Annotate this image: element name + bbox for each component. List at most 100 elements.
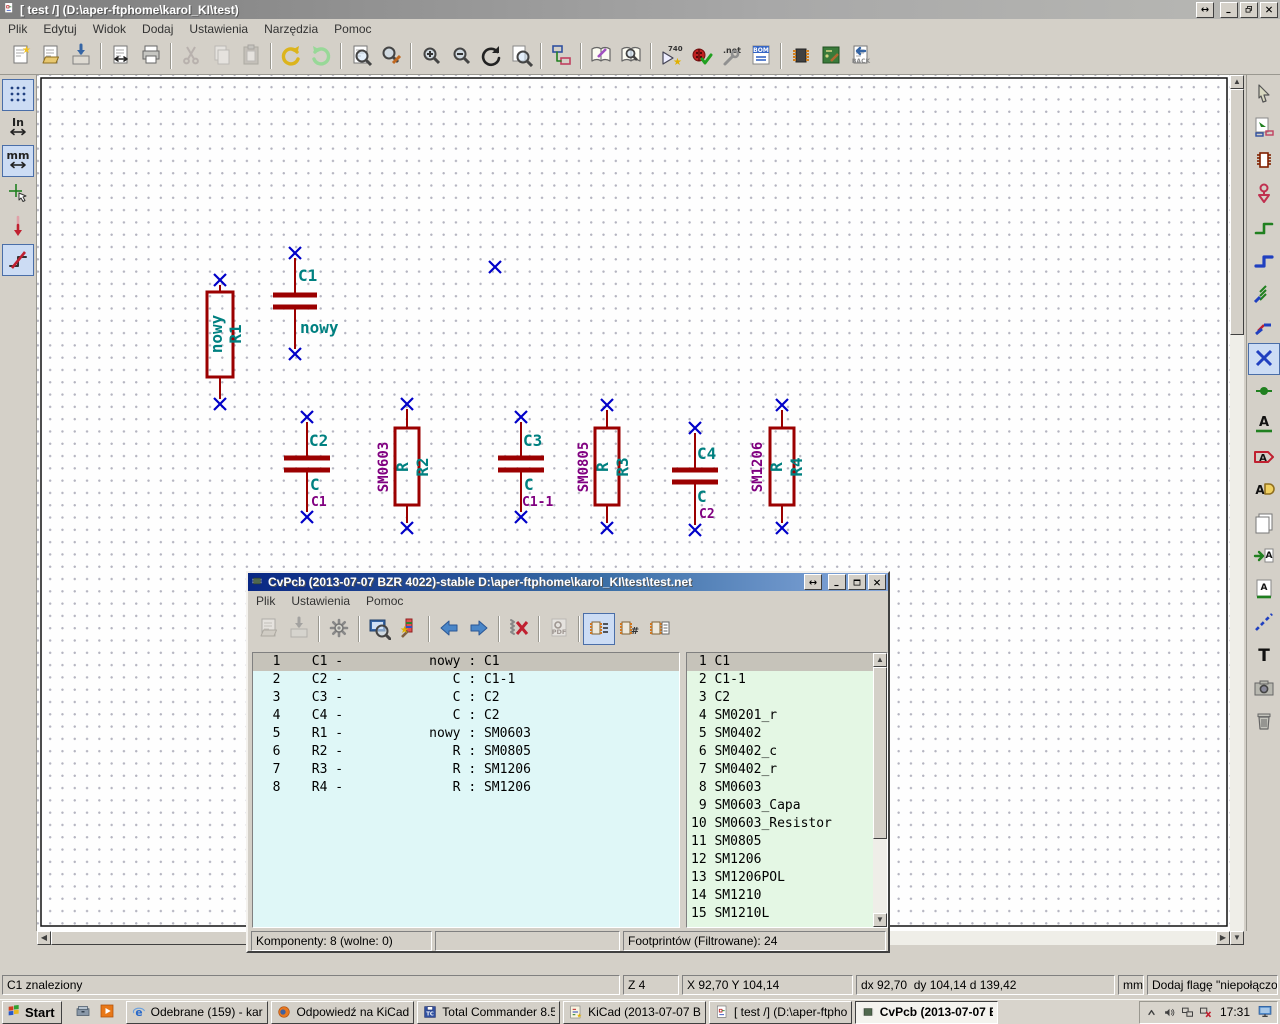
footprint-row-SM0603[interactable]: 8 SM0603 [687, 779, 887, 797]
footprint-row-SM1210L[interactable]: 15 SM1210L [687, 905, 887, 923]
assign-footprints-button[interactable] [786, 41, 816, 71]
view-footprint-button[interactable] [364, 614, 394, 644]
eeschema-menu-widok[interactable]: Widok [85, 20, 134, 38]
cvpcb-minimize-button[interactable] [828, 574, 846, 590]
hierarchy-nav-button[interactable] [1249, 113, 1279, 143]
place-junction-button[interactable] [1249, 377, 1279, 407]
no-connect-flag-mark[interactable] [689, 422, 701, 434]
units-mm-button[interactable]: mm [3, 146, 33, 176]
footprint-row-SM0603_Capa[interactable]: 9 SM0603_Capa [687, 797, 887, 815]
component-row-R3[interactable]: 7 R3 - R : SM1206 [253, 761, 679, 779]
component-C3[interactable]: C3CC1-1 [498, 411, 553, 523]
open-schematic-button[interactable] [36, 41, 66, 71]
print-button[interactable] [136, 41, 166, 71]
filter-library-button[interactable] [644, 614, 674, 644]
zoom-in-button[interactable] [416, 41, 446, 71]
component-row-C4[interactable]: 4 C4 - C : C2 [253, 707, 679, 725]
no-connect-flag-mark[interactable] [214, 398, 226, 410]
library-editor-button[interactable] [586, 41, 616, 71]
place-power-port-button[interactable] [1249, 179, 1279, 209]
zoom-fit-button[interactable] [506, 41, 536, 71]
no-connect-flag-mark[interactable] [489, 261, 501, 273]
footprint-row-C1[interactable]: 1 C1 [687, 653, 887, 671]
back-annotate-button[interactable]: BACK [846, 41, 876, 71]
find-button[interactable] [346, 41, 376, 71]
no-connect-flag-mark[interactable] [515, 411, 527, 423]
place-text-button[interactable]: T [1249, 641, 1279, 671]
netlist-button[interactable]: .net [716, 41, 746, 71]
scroll-right-button[interactable]: ▶ [1216, 931, 1230, 945]
new-schematic-button[interactable]: ★ [6, 41, 36, 71]
component-R2[interactable]: SM0603RR2 [376, 398, 432, 534]
component-C1[interactable]: C1nowy [273, 247, 339, 360]
offline-files-icon[interactable] [1198, 1005, 1213, 1020]
no-connect-flag-mark[interactable] [401, 522, 413, 534]
no-connect-flag-mark[interactable] [689, 524, 701, 536]
no-connect-flag-mark[interactable] [601, 522, 613, 534]
place-component-button[interactable] [1249, 146, 1279, 176]
footprint-row-SM1210[interactable]: 14 SM1210 [687, 887, 887, 905]
cvpcb-menu-ustawienia[interactable]: Ustawienia [283, 592, 358, 610]
collapse-chevron-icon[interactable] [1144, 1005, 1159, 1020]
scroll-up-button[interactable]: ▲ [1230, 75, 1244, 89]
task-button-total-commander[interactable]: TCTotal Commander 8.51a ... [417, 1001, 560, 1024]
cvpcb-close-button[interactable] [868, 574, 886, 590]
no-connect-flag-mark[interactable] [289, 348, 301, 360]
network-status-icon[interactable] [1180, 1005, 1195, 1020]
minimize-button[interactable] [1220, 2, 1238, 18]
no-connect-flag-mark[interactable] [601, 399, 613, 411]
save-schematic-button[interactable] [66, 41, 96, 71]
hv-orientation-button[interactable] [3, 245, 33, 275]
redo-button[interactable] [306, 41, 336, 71]
cvpcb-footprint-list[interactable]: 1 C1 2 C1-1 3 C2 4 SM0201_r 5 SM0402 6 S… [686, 652, 888, 928]
hierarchy-navigator-button[interactable] [546, 41, 576, 71]
no-connect-flag-mark[interactable] [515, 511, 527, 523]
place-image-button[interactable] [1249, 674, 1279, 704]
component-row-C1[interactable]: 1 C1 - nowy : C1 [253, 653, 679, 671]
fp-scroll-thumb[interactable] [873, 667, 887, 839]
component-C4[interactable]: C4CC2 [672, 422, 718, 536]
grid-toggle-button[interactable] [3, 80, 33, 110]
annotate-button[interactable]: 7402★ [656, 41, 686, 71]
filter-pincount-button[interactable]: # [614, 614, 644, 644]
cvpcb-resize-toggle-button[interactable] [804, 574, 822, 590]
footprint-row-SM1206POL[interactable]: 13 SM1206POL [687, 869, 887, 887]
eeschema-titlebar[interactable]: [ test /] (D:\aper-ftphome\karol_KI\test… [0, 0, 1280, 19]
volume-icon[interactable] [1162, 1005, 1177, 1020]
import-sheet-pin-button[interactable]: A [1249, 542, 1279, 572]
auto-associate-button[interactable]: ★ [394, 614, 424, 644]
no-connect-flag-mark[interactable] [214, 274, 226, 286]
pcbnew-button[interactable] [816, 41, 846, 71]
footprint-row-SM1206[interactable]: 12 SM1206 [687, 851, 887, 869]
eeschema-menu-edytuj[interactable]: Edytuj [35, 20, 84, 38]
fp-scroll-down-button[interactable]: ▼ [873, 913, 887, 927]
cursor-shape-button[interactable] [3, 179, 33, 209]
place-graphic-line-button[interactable] [1249, 608, 1279, 638]
cvpcb-menu-plik[interactable]: Plik [248, 592, 283, 610]
footprint-row-SM0603_Resistor[interactable]: 10 SM0603_Resistor [687, 815, 887, 833]
show-desktop-icon[interactable] [1257, 1003, 1273, 1022]
undo-button[interactable] [276, 41, 306, 71]
no-connect-flag-mark[interactable] [401, 398, 413, 410]
eeschema-menu-pomoc[interactable]: Pomoc [326, 20, 379, 38]
footprint-row-SM0805[interactable]: 11 SM0805 [687, 833, 887, 851]
component-row-C2[interactable]: 2 C2 - C : C1-1 [253, 671, 679, 689]
close-button[interactable] [1260, 2, 1278, 18]
select-tool-button[interactable] [1249, 80, 1279, 110]
component-row-R2[interactable]: 6 R2 - R : SM0805 [253, 743, 679, 761]
place-hierarchical-sheet-button[interactable] [1249, 509, 1279, 539]
no-connect-flag-mark[interactable] [776, 522, 788, 534]
task-button-eeschema[interactable]: [ test /] (D:\aper-ftphom... [709, 1001, 852, 1024]
footprint-row-C2[interactable]: 3 C2 [687, 689, 887, 707]
wire-to-bus-entry-button[interactable] [1249, 278, 1279, 308]
page-settings-button[interactable] [106, 41, 136, 71]
place-hierarchical-label-button[interactable]: A [1249, 476, 1279, 506]
component-R3[interactable]: SM0805RR3 [576, 399, 632, 534]
eeschema-menu-dodaj[interactable]: Dodaj [134, 20, 181, 38]
component-R1[interactable]: nowyR1 [207, 274, 245, 410]
eeschema-menu-plik[interactable]: Plik [0, 20, 35, 38]
delete-tool-button[interactable] [1249, 707, 1279, 737]
component-R4[interactable]: SM1206RR4 [750, 399, 806, 534]
redraw-view-button[interactable] [476, 41, 506, 71]
library-browser-button[interactable] [616, 41, 646, 71]
